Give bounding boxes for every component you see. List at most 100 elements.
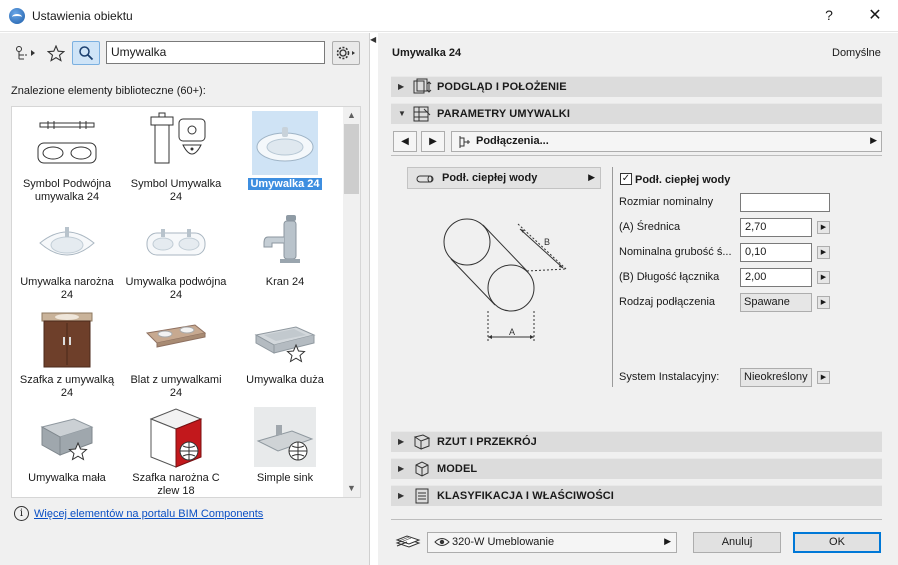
scroll-down-icon[interactable]: ▼ (343, 480, 360, 497)
preview-position-icon (413, 78, 432, 94)
pipe-icon (416, 175, 434, 183)
tree-view-icon (16, 46, 35, 60)
connector-length-label: (B) Długość łącznika (619, 271, 720, 283)
library-item-label: Umywalka 24 (248, 178, 322, 190)
simple-sink-icon (252, 405, 318, 469)
collapse-panel-icon[interactable]: ◀ (370, 35, 376, 44)
expand-arrow-icon: ▶ (398, 82, 405, 91)
library-search-input[interactable]: Umywalka (106, 41, 325, 64)
diagram-label-a: A (509, 327, 515, 337)
connection-type-select[interactable]: Spawane (740, 293, 812, 312)
library-item-label: Szafka narożna C zlew 18 (132, 472, 220, 497)
nominal-size-input[interactable] (740, 193, 830, 212)
mep-system-menu-icon[interactable]: ▶ (817, 371, 830, 384)
info-icon: i (14, 506, 29, 521)
library-item-label: Blat z umywalkami 24 (130, 374, 222, 399)
dropdown-arrow-icon: ▶ (588, 172, 595, 182)
archicad-app-icon (9, 8, 25, 24)
expand-arrow-icon: ▶ (398, 437, 405, 446)
parameter-page-select[interactable]: Podłączenia... ▶ (451, 131, 882, 152)
library-item-label: Umywalka duża (246, 374, 324, 386)
library-settings-button[interactable] (332, 41, 360, 65)
section-preview-position[interactable]: ▶ PODGLĄD I POŁOŻENIE (391, 76, 882, 97)
parameters-icon (413, 106, 431, 122)
default-label: Domyślne (832, 47, 881, 59)
double-sink-icon (143, 209, 209, 273)
faucet-icon (252, 209, 318, 273)
classification-list-icon (415, 488, 429, 504)
library-item[interactable]: Symbol Podwójna umywalka 24 (12, 109, 122, 205)
connection-icon (459, 136, 470, 148)
sink-symbol-icon (143, 111, 209, 175)
prev-page-button[interactable]: ◀ (393, 131, 417, 152)
folder-view-button[interactable] (12, 41, 40, 65)
window-title: Ustawienia obiektu (32, 9, 133, 23)
search-mode-button[interactable] (72, 41, 100, 65)
section-model[interactable]: ▶ MODEL (391, 458, 882, 479)
countertop-sinks-icon (143, 307, 209, 371)
section-label: KLASYFIKACJA I WŁAŚCIWOŚCI (437, 490, 614, 502)
section-plan-section[interactable]: ▶ RZUT I PRZEKRÓJ (391, 431, 882, 452)
connector-length-input[interactable]: 2,00 (740, 268, 812, 287)
favorites-button[interactable] (44, 41, 68, 65)
divider (612, 167, 613, 387)
help-button[interactable]: ? (806, 0, 852, 31)
wall-thickness-menu-icon[interactable]: ▶ (817, 246, 830, 259)
connector-diagram: B A (443, 218, 567, 342)
library-item[interactable]: Symbol Umywalka 24 (121, 109, 231, 205)
corner-sink-icon (34, 209, 100, 273)
layer-select[interactable]: 320-W Umeblowanie ▶ (427, 532, 677, 553)
library-item[interactable]: Szafka narożna C zlew 18 (121, 403, 231, 497)
small-sink-icon (34, 405, 100, 469)
section-label: RZUT I PRZEKRÓJ (437, 436, 537, 448)
connection-type-dropdown[interactable]: Podł. ciepłej wody ▶ (407, 167, 601, 189)
ok-button[interactable]: OK (793, 532, 881, 553)
library-item[interactable]: Kran 24 (230, 207, 340, 303)
connection-type-label: Rodzaj podłączenia (619, 296, 716, 308)
next-page-button[interactable]: ▶ (421, 131, 445, 152)
expand-arrow-icon: ▶ (398, 464, 405, 473)
library-item-selected[interactable]: Umywalka 24 (230, 109, 340, 205)
scroll-thumb[interactable] (344, 124, 359, 194)
sink-cabinet-icon (34, 307, 100, 371)
large-sink-icon (252, 307, 318, 371)
library-item-label: Umywalka mała (28, 472, 106, 484)
close-button[interactable]: ✕ (852, 0, 898, 31)
layers-icon (395, 535, 421, 548)
settings-panel: Umywalka 24 Domyślne ▶ PODGLĄD I POŁOŻEN… (378, 33, 898, 565)
library-scrollbar[interactable]: ▲ ▼ (343, 107, 360, 497)
page-select-label: Podłączenia... (476, 135, 549, 147)
mep-system-select[interactable]: Nieokreślony (740, 368, 812, 387)
parameter-page-bar: ◀ ▶ Podłączenia... ▶ (391, 131, 882, 154)
library-item-label: Simple sink (256, 472, 314, 484)
wall-thickness-input[interactable]: 0,10 (740, 243, 812, 262)
diameter-input[interactable]: 2,70 (740, 218, 812, 237)
bim-components-link[interactable]: Więcej elementów na portalu BIM Componen… (34, 508, 263, 520)
object-name: Umywalka 24 (392, 47, 462, 59)
library-item-label: Umywalka narożna 24 (20, 276, 114, 301)
library-item[interactable]: Umywalka podwójna 24 (121, 207, 231, 303)
library-item[interactable]: Simple sink (230, 403, 340, 497)
diagram-label-b: B (544, 237, 550, 247)
cancel-button[interactable]: Anuluj (693, 532, 781, 553)
double-sink-symbol-icon (34, 111, 100, 175)
star-icon (47, 45, 65, 62)
scroll-up-icon[interactable]: ▲ (343, 107, 360, 124)
library-item[interactable]: Umywalka mała (12, 403, 122, 497)
section-label: MODEL (437, 463, 478, 475)
hot-water-checkbox[interactable]: ✓ (620, 173, 632, 185)
diameter-menu-icon[interactable]: ▶ (817, 221, 830, 234)
library-item[interactable]: Umywalka duża (230, 305, 340, 401)
library-item[interactable]: Umywalka narożna 24 (12, 207, 122, 303)
nominal-size-label: Rozmiar nominalny (619, 196, 714, 208)
library-item[interactable]: Szafka z umywalką 24 (12, 305, 122, 401)
mep-system-label: System Instalacyjny: (619, 371, 720, 383)
section-sink-parameters[interactable]: ▼ PARAMETRY UMYWALKI (391, 103, 882, 124)
connection-type-menu-icon[interactable]: ▶ (817, 296, 830, 309)
connector-length-menu-icon[interactable]: ▶ (817, 271, 830, 284)
library-item[interactable]: Blat z umywalkami 24 (121, 305, 231, 401)
dropdown-arrow-icon: ▶ (664, 536, 671, 546)
title-bar: Ustawienia obiektu ? ✕ (0, 0, 898, 32)
model-cube-icon (415, 461, 429, 477)
section-classification[interactable]: ▶ KLASYFIKACJA I WŁAŚCIWOŚCI (391, 485, 882, 506)
